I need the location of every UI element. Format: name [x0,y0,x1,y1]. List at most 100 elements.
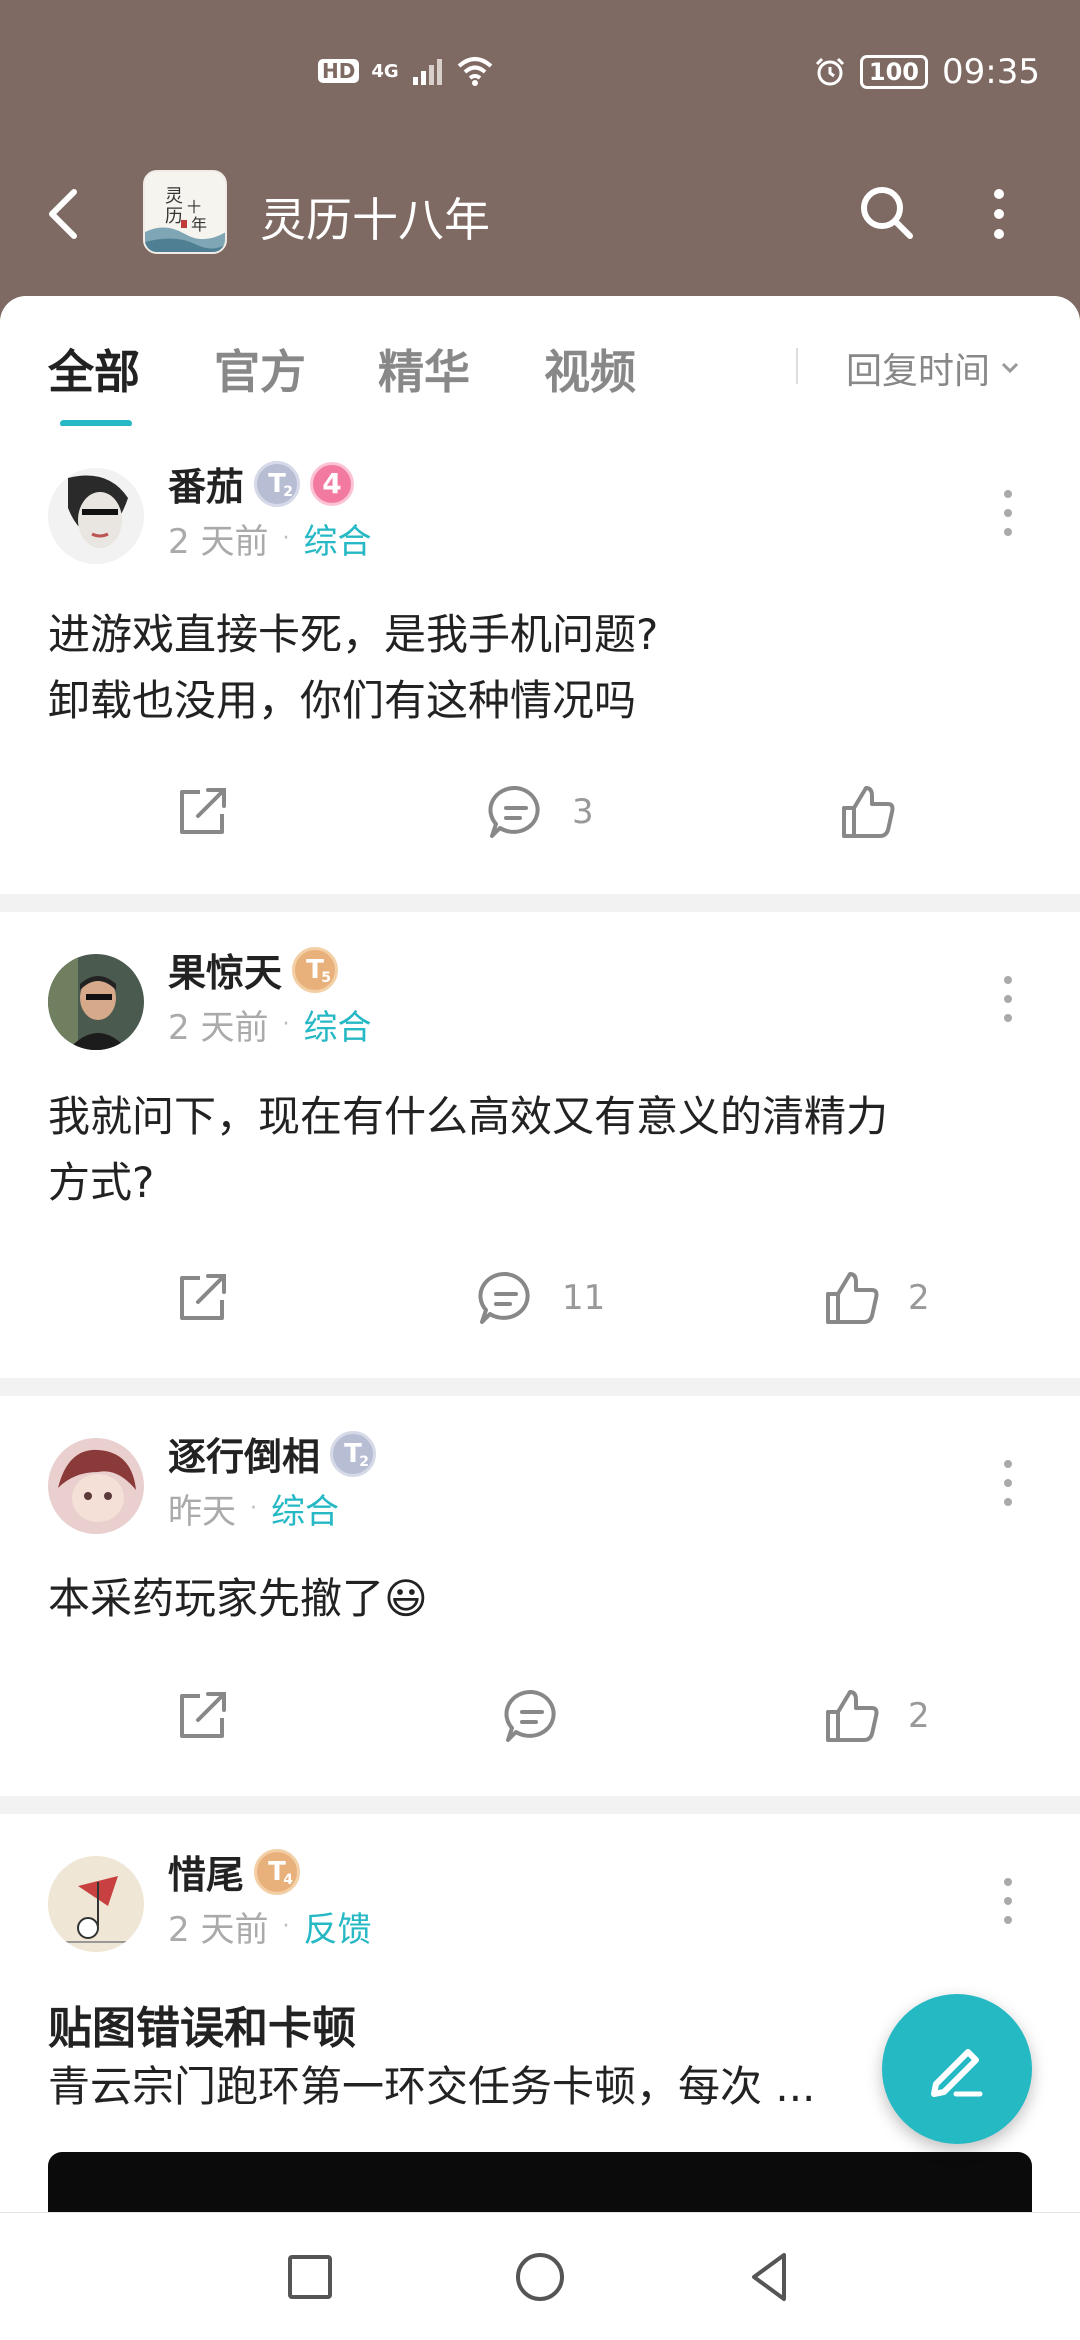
compose-button[interactable] [882,1994,1032,2144]
back-icon[interactable] [40,184,92,244]
share-button[interactable] [170,1676,234,1756]
like-count: 2 [908,1696,930,1736]
comment-button[interactable] [500,1676,588,1756]
post-line: 本采药玩家先撤了😃 [48,1574,428,1623]
thumbs-up-icon [842,786,895,838]
like-button[interactable] [836,772,924,852]
post-category[interactable]: 综合 [303,1000,371,1049]
share-button[interactable] [170,772,234,852]
level-badge-number: 5 [321,969,332,986]
comment-icon [504,1689,556,1742]
tab-featured[interactable]: 精华 [378,336,470,402]
app-bar: 灵 十 历 年 灵历十八年 [0,170,1080,260]
post-content[interactable]: 我就问下，现在有什么高效又有意义的清精力 方式? [48,1084,1038,1216]
main-content: 全部 官方 精华 视频 回复时间 番茄 T2 4 2 天前 · 综合 进游戏直接… [0,296,1080,2212]
svg-text:年: 年 [191,215,207,234]
avatar[interactable] [48,468,144,564]
username[interactable]: 逐行倒相 [168,1426,320,1481]
share-icon [180,1692,226,1738]
post-actions: 11 2 [0,1258,1080,1338]
share-icon [180,1274,226,1320]
chevron-down-icon [1001,362,1019,374]
meta-separator: · [282,1914,290,1939]
avatar[interactable] [48,1856,144,1952]
post-line: 卸载也没用，你们有这种情况吗 [48,676,637,725]
share-button[interactable] [170,1258,234,1338]
sort-label: 回复时间 [846,351,991,392]
search-icon[interactable] [856,182,916,242]
comment-count: 11 [562,1278,606,1318]
username[interactable]: 番茄 [168,456,244,511]
svg-text:历: 历 [165,206,183,227]
post-image[interactable] [48,2152,1032,2212]
username[interactable]: 惜尾 [168,1844,244,1899]
system-nav-bar [0,2212,1080,2340]
post-time: 2 天前 [168,1910,269,1950]
meta-separator: · [250,1496,257,1521]
status-bar: HD 4G 100 09:35 [0,48,1080,108]
username[interactable]: 果惊天 [168,942,282,997]
level-badge-number: 4 [283,1871,294,1888]
tab-video[interactable]: 视频 [544,336,636,402]
more-icon[interactable] [985,184,1013,244]
avatar[interactable] [48,1438,144,1534]
rank-badge: 4 [310,461,355,506]
level-badge-number: 2 [283,483,294,500]
post-time: 2 天前 [168,522,269,562]
post-more-icon[interactable] [996,1874,1020,1928]
level-badge: T5 [292,946,339,993]
avatar[interactable] [48,954,144,1050]
level-badge-number: 2 [359,1453,370,1470]
post-category[interactable]: 综合 [303,514,371,563]
post-more-icon[interactable] [996,1456,1020,1510]
post-card[interactable]: 果惊天 T5 2 天前 · 综合 我就问下，现在有什么高效又有意义的清精力 方式… [0,912,1080,1378]
post-content[interactable]: 进游戏直接卡死，是我手机问题? 卸载也没用，你们有这种情况吗 [48,602,1038,734]
post-category[interactable]: 综合 [271,1484,339,1533]
hd-indicator: HD [318,59,360,83]
wifi-icon [457,57,492,86]
like-button[interactable]: 2 [820,1676,930,1756]
tab-bar: 全部 官方 精华 视频 回复时间 [0,296,1080,427]
post-card[interactable]: 逐行倒相 T2 昨天 · 综合 本采药玩家先撤了😃 2 [0,1396,1080,1796]
post-title[interactable]: 贴图错误和卡顿 [48,1992,356,2056]
page-title: 灵历十八年 [260,193,490,247]
comment-button[interactable]: 11 [474,1258,605,1338]
comment-button[interactable]: 3 [484,772,594,852]
level-badge: T4 [254,1848,301,1895]
meta-separator: · [282,526,290,551]
tab-all[interactable]: 全部 [48,336,140,402]
back-nav-icon[interactable] [740,2247,800,2307]
post-time: 昨天 [168,1492,236,1532]
tab-official[interactable]: 官方 [214,336,306,402]
recents-icon[interactable] [280,2247,340,2307]
post-card[interactable]: 番茄 T2 4 2 天前 · 综合 进游戏直接卡死，是我手机问题? 卸载也没用，… [0,426,1080,894]
app-logo-art: 灵 十 历 年 [145,172,225,252]
home-icon[interactable] [510,2247,570,2307]
like-button[interactable]: 2 [820,1258,930,1338]
comment-count: 3 [572,792,594,832]
post-line: 方式? [48,1158,155,1207]
post-more-icon[interactable] [996,972,1020,1026]
share-icon [180,788,226,834]
post-meta: 2 天前 · 综合 [168,514,371,563]
header: HD 4G 100 09:35 灵 十 历 年 灵历十八年 [0,0,1080,320]
post-line: 进游戏直接卡死，是我手机问题? [48,610,659,659]
post-meta: 昨天 · 综合 [168,1484,339,1533]
app-logo[interactable]: 灵 十 历 年 [143,170,227,254]
network-type: 4G [371,60,399,82]
comment-icon [488,785,540,838]
post-content[interactable]: 本采药玩家先撤了😃 [48,1566,1038,1632]
comment-icon [478,1271,530,1324]
clock: 09:35 [942,52,1040,92]
username-row: 果惊天 T5 [168,942,339,997]
post-more-icon[interactable] [996,486,1020,540]
thumbs-up-icon [826,1272,879,1324]
level-badge: T2 [254,460,301,507]
battery-indicator: 100 [859,54,929,90]
post-category[interactable]: 反馈 [303,1902,371,1951]
post-meta: 2 天前 · 综合 [168,1000,371,1049]
meta-separator: · [282,1012,290,1037]
sort-dropdown[interactable]: 回复时间 [846,342,1020,394]
alarm-icon [815,57,844,86]
post-actions: 3 [0,772,1080,852]
